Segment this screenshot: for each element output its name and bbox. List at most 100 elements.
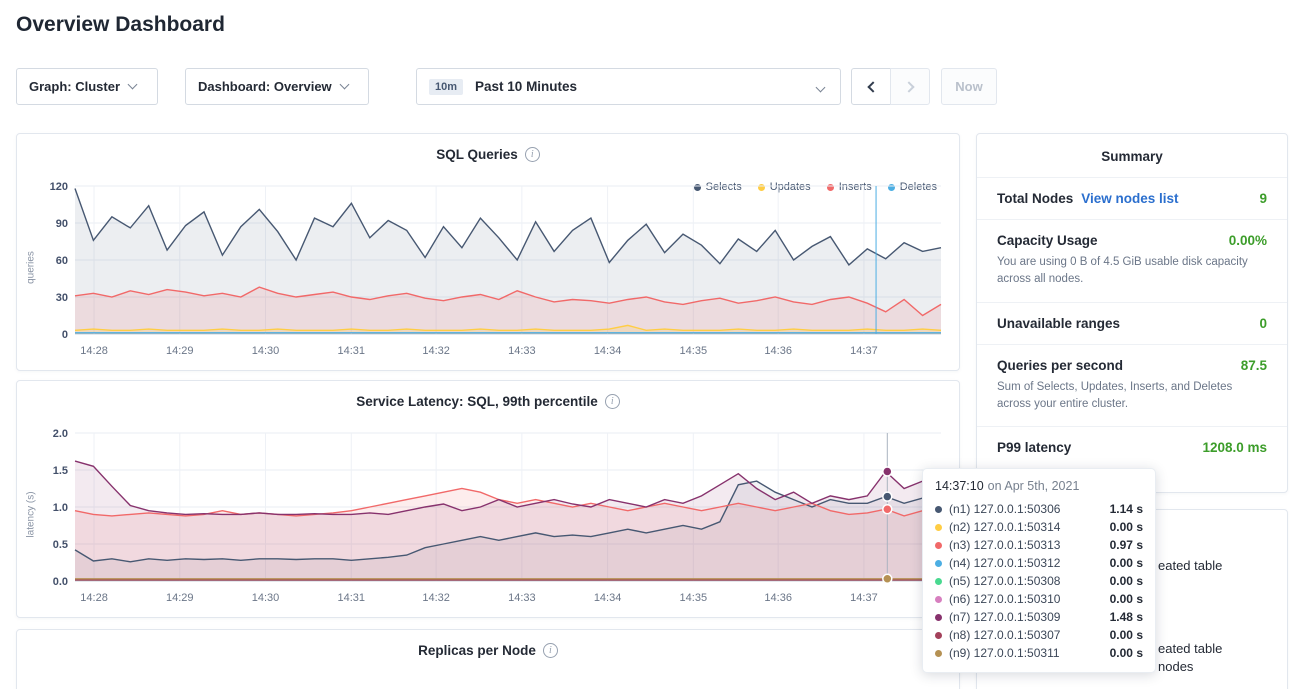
capacity-value: 0.00% bbox=[1229, 233, 1267, 248]
sql-queries-chart[interactable]: 030609012014:2814:2914:3014:3114:3214:33… bbox=[29, 174, 953, 360]
time-range-selector[interactable]: 10m Past 10 Minutes bbox=[416, 68, 841, 105]
svg-text:60: 60 bbox=[56, 255, 68, 267]
node-color-dot-icon bbox=[935, 506, 942, 513]
node-address: (n7) 127.0.0.1:50309 bbox=[949, 610, 1060, 624]
node-address: (n9) 127.0.0.1:50311 bbox=[949, 646, 1060, 660]
node-address: (n3) 127.0.0.1:50313 bbox=[949, 538, 1060, 552]
graph-dropdown[interactable]: Graph: Cluster bbox=[16, 68, 158, 105]
total-nodes-value: 9 bbox=[1259, 191, 1267, 206]
event-text-fragment: eated table bbox=[1158, 558, 1222, 573]
node-latency-value: 0.97 s bbox=[1110, 538, 1143, 552]
service-latency-title: Service Latency: SQL, 99th percentile bbox=[356, 394, 598, 409]
svg-text:14:36: 14:36 bbox=[764, 592, 792, 604]
unavailable-ranges-label: Unavailable ranges bbox=[997, 316, 1120, 331]
now-button[interactable]: Now bbox=[941, 68, 997, 105]
unavailable-ranges-value: 0 bbox=[1259, 316, 1267, 331]
overview-dashboard-page: Overview Dashboard Graph: Cluster Dashbo… bbox=[0, 0, 1290, 689]
time-range-badge: 10m bbox=[429, 79, 463, 95]
svg-text:14:37: 14:37 bbox=[850, 592, 878, 604]
qps-value: 87.5 bbox=[1241, 358, 1267, 373]
svg-text:0.5: 0.5 bbox=[53, 539, 68, 551]
svg-text:14:29: 14:29 bbox=[166, 345, 194, 357]
info-icon[interactable]: i bbox=[605, 394, 620, 409]
svg-text:1.5: 1.5 bbox=[53, 465, 68, 477]
sql-queries-panel: SQL Queries i SelectsUpdatesInsertsDelet… bbox=[16, 133, 960, 371]
tooltip-node-row: (n5) 127.0.0.1:50308 0.00 s bbox=[935, 572, 1143, 590]
node-color-dot-icon bbox=[935, 650, 942, 657]
info-icon[interactable]: i bbox=[543, 643, 558, 658]
capacity-desc: You are using 0 B of 4.5 GiB usable disk… bbox=[997, 254, 1267, 289]
node-address: (n2) 127.0.0.1:50314 bbox=[949, 520, 1060, 534]
tooltip-date: on Apr 5th, 2021 bbox=[988, 479, 1080, 493]
svg-text:14:33: 14:33 bbox=[508, 345, 536, 357]
view-nodes-list-link[interactable]: View nodes list bbox=[1081, 191, 1178, 206]
tooltip-timestamp: 14:37:10 on Apr 5th, 2021 bbox=[935, 479, 1143, 493]
p99-latency-value: 1208.0 ms bbox=[1202, 440, 1267, 455]
event-text-fragment: nodes bbox=[1158, 659, 1193, 674]
now-button-label: Now bbox=[955, 79, 982, 94]
summary-title: Summary bbox=[977, 134, 1287, 177]
node-latency-value: 0.00 s bbox=[1110, 556, 1143, 570]
node-address: (n6) 127.0.0.1:50310 bbox=[949, 592, 1060, 606]
node-latency-value: 0.00 s bbox=[1110, 628, 1143, 642]
summary-row-qps: Queries per second 87.5 Sum of Selects, … bbox=[977, 344, 1287, 427]
node-color-dot-icon bbox=[935, 542, 942, 549]
svg-text:120: 120 bbox=[50, 181, 68, 193]
qps-desc: Sum of Selects, Updates, Inserts, and De… bbox=[997, 379, 1267, 414]
replicas-per-node-panel: Replicas per Node i bbox=[16, 629, 960, 689]
svg-text:14:34: 14:34 bbox=[594, 592, 622, 604]
svg-text:14:36: 14:36 bbox=[764, 345, 792, 357]
svg-text:14:28: 14:28 bbox=[80, 592, 108, 604]
svg-text:14:30: 14:30 bbox=[252, 592, 280, 604]
event-text-fragment: eated table bbox=[1158, 641, 1222, 656]
svg-text:14:33: 14:33 bbox=[508, 592, 536, 604]
node-color-dot-icon bbox=[935, 524, 942, 531]
node-address: (n5) 127.0.0.1:50308 bbox=[949, 574, 1060, 588]
time-range-label: Past 10 Minutes bbox=[475, 79, 577, 94]
node-latency-value: 0.00 s bbox=[1110, 646, 1143, 660]
dashboard-dropdown[interactable]: Dashboard: Overview bbox=[185, 68, 369, 105]
summary-panel: Summary Total Nodes View nodes list 9 Ca… bbox=[976, 133, 1288, 493]
tooltip-time: 14:37:10 bbox=[935, 479, 984, 493]
node-color-dot-icon bbox=[935, 632, 942, 639]
svg-text:14:35: 14:35 bbox=[680, 592, 708, 604]
tooltip-node-row: (n4) 127.0.0.1:50312 0.00 s bbox=[935, 554, 1143, 572]
replicas-per-node-title: Replicas per Node bbox=[418, 643, 536, 658]
svg-text:14:31: 14:31 bbox=[337, 592, 365, 604]
node-latency-value: 0.00 s bbox=[1110, 574, 1143, 588]
service-latency-panel: Service Latency: SQL, 99th percentile i … bbox=[16, 380, 960, 618]
svg-text:14:29: 14:29 bbox=[166, 592, 194, 604]
svg-text:14:28: 14:28 bbox=[80, 345, 108, 357]
sql-queries-title: SQL Queries bbox=[436, 147, 518, 162]
summary-row-total-nodes: Total Nodes View nodes list 9 bbox=[977, 177, 1287, 219]
svg-text:0: 0 bbox=[62, 329, 68, 341]
summary-row-unavailable: Unavailable ranges 0 bbox=[977, 302, 1287, 344]
node-color-dot-icon bbox=[935, 560, 942, 567]
svg-text:14:35: 14:35 bbox=[680, 345, 708, 357]
info-icon[interactable]: i bbox=[525, 147, 540, 162]
tooltip-node-row: (n3) 127.0.0.1:50313 0.97 s bbox=[935, 536, 1143, 554]
chevron-down-icon bbox=[128, 80, 138, 90]
svg-text:14:32: 14:32 bbox=[422, 592, 450, 604]
tooltip-node-row: (n7) 127.0.0.1:503091.48 s bbox=[935, 608, 1143, 626]
tooltip-node-row: (n6) 127.0.0.1:50310 0.00 s bbox=[935, 590, 1143, 608]
time-prev-button[interactable] bbox=[851, 68, 891, 105]
p99-latency-label: P99 latency bbox=[997, 440, 1071, 455]
node-latency-value: 0.00 s bbox=[1110, 592, 1143, 606]
node-color-dot-icon bbox=[935, 578, 942, 585]
summary-row-p99: P99 latency 1208.0 ms bbox=[977, 426, 1287, 468]
svg-text:30: 30 bbox=[56, 292, 68, 304]
tooltip-node-row: (n2) 127.0.0.1:503140.00 s bbox=[935, 518, 1143, 536]
node-color-dot-icon bbox=[935, 614, 942, 621]
service-latency-chart[interactable]: 0.00.51.01.52.014:2814:2914:3014:3114:32… bbox=[29, 421, 953, 607]
qps-label: Queries per second bbox=[997, 358, 1123, 373]
chevron-down-icon bbox=[816, 83, 826, 93]
node-latency-value: 1.14 s bbox=[1110, 502, 1143, 516]
svg-text:90: 90 bbox=[56, 218, 68, 230]
tooltip-node-row: (n9) 127.0.0.1:50311 0.00 s bbox=[935, 644, 1143, 662]
node-address: (n4) 127.0.0.1:50312 bbox=[949, 556, 1060, 570]
time-next-button[interactable] bbox=[890, 68, 930, 105]
chevron-left-icon bbox=[867, 81, 878, 92]
svg-text:14:34: 14:34 bbox=[594, 345, 622, 357]
chart-hover-tooltip: 14:37:10on Apr 5th, 2021 (n1) 127.0.0.1:… bbox=[922, 468, 1156, 673]
